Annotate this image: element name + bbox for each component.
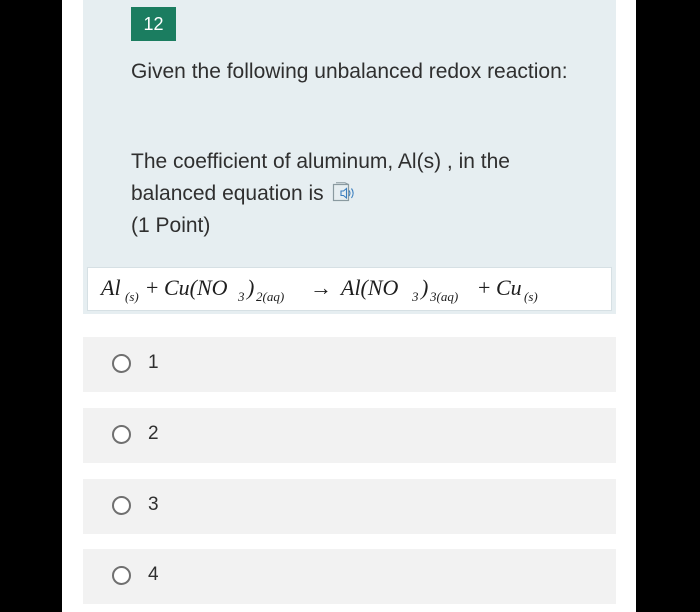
option-label: 1 xyxy=(148,352,159,373)
option-4[interactable]: 4 xyxy=(83,549,616,604)
eq-plus-1: + xyxy=(146,275,158,300)
eq-reactant2-sub: 3 xyxy=(237,289,245,304)
eq-arrow: → xyxy=(310,275,332,300)
question-number-badge: 12 xyxy=(131,7,176,41)
radio-unselected-icon[interactable] xyxy=(112,496,131,515)
eq-product2: Cu xyxy=(496,275,522,300)
eq-product1-state: 3(aq) xyxy=(429,289,458,304)
eq-reactant2-close: ) xyxy=(245,275,254,300)
option-label: 3 xyxy=(148,494,159,515)
radio-unselected-icon[interactable] xyxy=(112,566,131,585)
radio-unselected-icon[interactable] xyxy=(112,425,131,444)
eq-reactant1: Al xyxy=(99,275,121,300)
option-2[interactable]: 2 xyxy=(83,408,616,463)
radio-unselected-icon[interactable] xyxy=(112,354,131,373)
eq-reactant2: Cu(NO xyxy=(164,275,228,300)
question-points: (1 Point) xyxy=(131,214,211,237)
eq-reactant1-state: (s) xyxy=(125,289,139,304)
option-label: 2 xyxy=(148,423,159,444)
equation-image: Al (s) + Cu(NO 3 ) 2(aq) → Al(NO 3 ) 3(a… xyxy=(87,267,612,311)
eq-product2-state: (s) xyxy=(524,289,538,304)
eq-product1-close: ) xyxy=(419,275,428,300)
eq-reactant2-state: 2(aq) xyxy=(256,289,284,304)
option-label: 4 xyxy=(148,564,159,585)
form-frame: 12 Given the following unbalanced redox … xyxy=(62,0,636,612)
equation-svg: Al (s) + Cu(NO 3 ) 2(aq) → Al(NO 3 ) 3(a… xyxy=(99,275,538,304)
question-prompt-text: The coefficient of aluminum, Al(s) , in … xyxy=(131,150,510,205)
question-body: The coefficient of aluminum, Al(s) , in … xyxy=(131,146,601,242)
option-1[interactable]: 1 xyxy=(83,337,616,392)
eq-product1: Al(NO xyxy=(339,275,399,300)
eq-plus-2: + xyxy=(478,275,490,300)
question-prompt: The coefficient of aluminum, Al(s) , in … xyxy=(131,146,601,210)
option-3[interactable]: 3 xyxy=(83,479,616,534)
question-title: Given the following unbalanced redox rea… xyxy=(131,60,568,83)
eq-product1-sub: 3 xyxy=(411,289,419,304)
immersive-reader-speaker-icon[interactable] xyxy=(332,182,358,204)
